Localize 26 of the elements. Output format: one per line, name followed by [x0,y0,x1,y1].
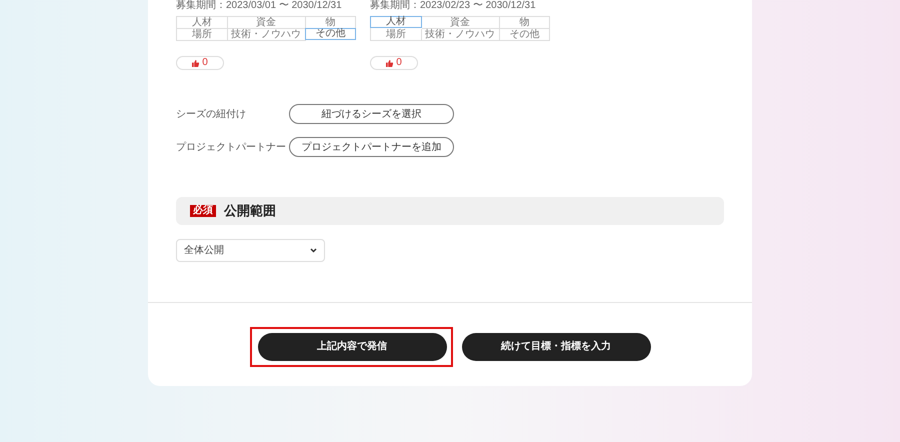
section-title: 公開範囲 [224,202,276,220]
period-text: 募集期間：2023/02/23 〜 2030/12/31 [370,0,536,12]
action-button[interactable]: 続けて目標・指標を入力 [462,332,650,360]
tag-option[interactable]: その他 [304,28,356,40]
like-button[interactable]: 0 [370,56,418,70]
tag-option[interactable]: 技術・ノウハウ [422,29,500,41]
tag-option[interactable]: 資金 [422,17,500,29]
tag-option[interactable]: 場所 [371,29,422,41]
required-badge: 必須 [190,205,216,217]
action-button[interactable]: 上記内容で発信 [258,332,446,360]
tag-option[interactable]: 人材 [370,16,422,28]
select-button[interactable]: プロジェクトパートナーを追加 [289,137,454,157]
like-button[interactable]: 0 [176,56,224,70]
thumbs-up-icon [192,60,200,66]
field-label: シーズの紐付け [176,108,247,122]
select-button[interactable]: 紐づけるシーズを選択 [289,104,454,124]
tag-option[interactable]: その他 [500,29,550,41]
thumbs-up-icon [386,60,394,66]
chevron-down-icon [310,248,317,253]
tag-option[interactable]: 場所 [177,29,228,41]
tag-option[interactable]: 物 [500,17,550,29]
tag-option[interactable]: 資金 [228,17,306,29]
visibility-select[interactable]: 全体公開 [176,239,325,262]
tag-option[interactable]: 人材 [177,17,228,29]
period-text: 募集期間：2023/03/01 〜 2030/12/31 [176,0,342,12]
field-label: プロジェクトパートナー [176,140,287,154]
